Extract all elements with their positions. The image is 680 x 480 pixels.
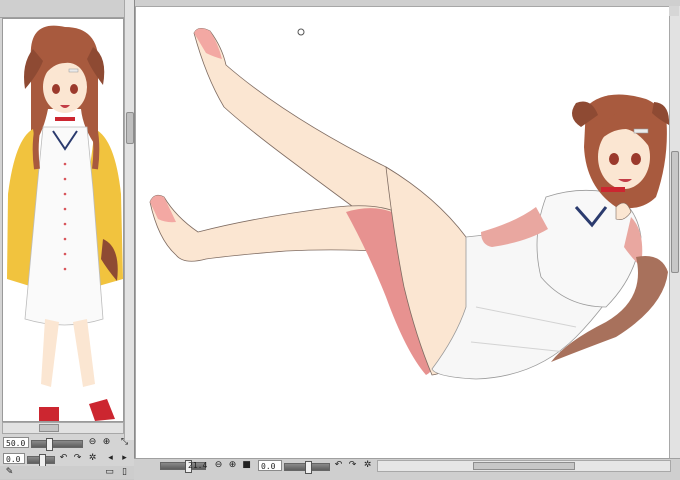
reset-rotation-icon[interactable]: ✲ [87, 453, 98, 464]
canvas-zoom-out-icon[interactable]: ⊖ [213, 460, 224, 471]
eyedropper-icon[interactable]: ✎ [4, 467, 15, 478]
canvas-rotation-field[interactable]: 0.0 [258, 460, 282, 471]
zoom-in-icon[interactable]: ⊕ [101, 437, 112, 448]
canvas-horizontal-scrollbar[interactable] [377, 460, 671, 472]
navigator-rotation-slider[interactable] [27, 454, 55, 467]
canvas-rotation-slider[interactable] [284, 461, 330, 474]
canvas-rotation-slider-knob[interactable] [305, 461, 312, 474]
fit-to-screen-icon[interactable]: ⤡ [119, 437, 130, 448]
canvas-zoom-in-icon[interactable]: ⊕ [227, 460, 238, 471]
canvas-horizontal-scroll-thumb[interactable] [473, 462, 575, 470]
navigator-vertical-scroll-thumb[interactable] [126, 112, 134, 144]
navigator-zoom-slider-knob[interactable] [46, 438, 53, 451]
flip-vertical-icon[interactable]: ▸ [119, 453, 130, 464]
canvas-vertical-scroll-thumb[interactable] [671, 151, 679, 273]
canvas-artwork [149, 28, 669, 380]
drawing-canvas[interactable] [135, 6, 670, 460]
canvas-rotate-left-icon[interactable]: ↶ [333, 460, 344, 471]
rotate-right-icon[interactable]: ↷ [72, 453, 83, 464]
folder-icon[interactable]: ▭ [104, 467, 115, 478]
navigator-rotation-field[interactable]: 0.0 [3, 453, 25, 464]
zoom-out-icon[interactable]: ⊖ [87, 437, 98, 448]
canvas-zoom-field[interactable]: 21.4 [186, 460, 210, 471]
rotate-left-icon[interactable]: ↶ [58, 453, 69, 464]
canvas-vertical-scrollbar[interactable] [669, 6, 680, 458]
navigator-horizontal-scrollbar[interactable] [2, 422, 124, 434]
flip-horizontal-icon[interactable]: ◂ [105, 453, 116, 464]
navigator-horizontal-scroll-thumb[interactable] [39, 424, 59, 432]
canvas-reset-rotation-icon[interactable]: ✲ [362, 460, 373, 471]
navigator-vertical-scrollbar[interactable] [124, 0, 134, 440]
navigator-zoom-field[interactable]: 50.0 [3, 437, 29, 448]
navigator-header [0, 0, 124, 18]
canvas-vertical-scroll-up[interactable] [669, 6, 679, 16]
navigator-preview[interactable] [2, 18, 124, 422]
trash-icon[interactable]: ▯ [119, 467, 130, 478]
canvas-rotate-right-icon[interactable]: ↷ [347, 460, 358, 471]
navigator-zoom-slider[interactable] [31, 438, 83, 451]
canvas-fit-icon[interactable]: ■ [241, 460, 252, 471]
navigator-preview-image [7, 25, 123, 421]
